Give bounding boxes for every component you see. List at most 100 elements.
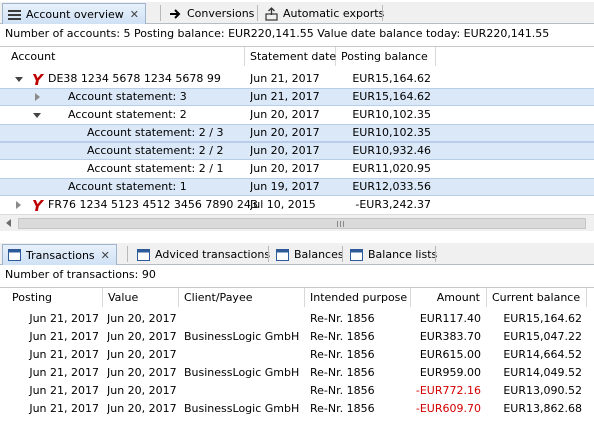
transaction-row[interactable]: Jun 21, 2017 Jun 20, 2017 BusinessLogic … [0,364,594,382]
amount: -EUR609.70 [415,402,481,415]
column-header-value[interactable]: Value [103,288,179,307]
amount: EUR615.00 [419,348,481,361]
client-payee: BusinessLogic GmbH [184,330,300,343]
statement-date: Jul 10, 2015 [250,198,316,211]
tab-balances[interactable]: Balances [270,244,351,265]
posting-date: Jun 21, 2017 [29,402,99,415]
column-header-posting-balance[interactable]: Posting balance [336,47,436,66]
table-icon [349,248,364,262]
tab-transactions[interactable]: Transactions ✕ [2,244,117,265]
scroll-left-arrow-icon[interactable] [6,219,11,227]
intended-purpose: Re-Nr. 1856 [310,330,375,343]
current-balance: EUR15,164.62 [503,312,582,325]
account-row[interactable]: Y DE38 1234 5678 1234 5678 99 Jun 21, 20… [0,70,594,89]
account-name: DE38 1234 5678 1234 5678 99 [48,72,221,85]
close-icon[interactable]: ✕ [130,8,139,21]
tab-label: Balance lists [368,248,438,261]
transaction-row[interactable]: Jun 21, 2017 Jun 20, 2017 BusinessLogic … [0,400,594,418]
posting-balance: EUR15,164.62 [352,90,431,103]
statement-name: Account statement: 2 / 3 [87,126,224,139]
statement-date: Jun 20, 2017 [250,126,320,139]
amount: -EUR772.16 [415,384,481,397]
column-header-client-payee[interactable]: Client/Payee [179,288,305,307]
transaction-row[interactable]: Jun 21, 2017 Jun 20, 2017 Re-Nr. 1856 EU… [0,310,594,328]
expand-toggle-icon[interactable] [33,113,41,118]
column-header-intended-purpose[interactable]: Intended purpose [305,288,411,307]
statement-row[interactable]: Account statement: 2 / 2 Jun 20, 2017 EU… [0,142,594,160]
statement-row[interactable]: Account statement: 2 / 3 Jun 20, 2017 EU… [0,124,594,142]
statement-date: Jun 21, 2017 [250,72,320,85]
statement-row[interactable]: Account statement: 2 Jun 20, 2017 EUR10,… [0,106,594,124]
intended-purpose: Re-Nr. 1856 [310,366,375,379]
account-icon: Y [32,71,43,89]
tab-adviced-transactions[interactable]: Adviced transactions [131,244,277,265]
accounts-tree-table[interactable]: Account Statement date Posting balance Y… [0,46,594,215]
account-icon: Y [32,197,43,215]
tab-label: Automatic exports [283,7,385,20]
transaction-row[interactable]: Jun 21, 2017 Jun 20, 2017 Re-Nr. 1856 -E… [0,382,594,400]
statement-row[interactable]: Account statement: 2 / 1 Jun 20, 2017 EU… [0,160,594,178]
statement-name: Account statement: 1 [68,180,187,193]
transaction-row[interactable]: Jun 21, 2017 Jun 20, 2017 BusinessLogic … [0,328,594,346]
top-tab-bar: Account overview ✕ Conversions Automatic… [0,2,594,24]
value-date: Jun 20, 2017 [107,312,177,325]
collapse-toggle-icon[interactable] [16,201,21,209]
expand-toggle-icon[interactable] [15,77,23,82]
tab-separator [382,5,383,21]
value-date: Jun 20, 2017 [107,384,177,397]
transactions-summary: Number of transactions: 90 [5,268,156,281]
bottom-tab-bar: Transactions ✕ Adviced transactions Bala… [0,243,594,265]
amount: EUR383.70 [419,330,481,343]
transactions-table[interactable]: Posting Value Client/Payee Intended purp… [0,287,594,425]
close-icon[interactable]: ✕ [101,249,110,262]
list-icon [7,7,22,21]
intended-purpose: Re-Nr. 1856 [310,312,375,325]
amount: EUR117.40 [419,312,481,325]
column-header-account[interactable]: Account [0,47,245,66]
client-payee: BusinessLogic GmbH [184,402,300,415]
column-header-posting[interactable]: Posting [0,288,103,307]
current-balance: EUR14,664.52 [503,348,582,361]
tab-automatic-exports[interactable]: Automatic exports [259,3,391,24]
statement-date: Jun 20, 2017 [250,144,320,157]
current-balance: EUR13,862.68 [503,402,582,415]
posting-date: Jun 21, 2017 [29,366,99,379]
tab-account-overview[interactable]: Account overview ✕ [2,3,146,24]
posting-date: Jun 21, 2017 [29,384,99,397]
statement-row[interactable]: Account statement: 1 Jun 19, 2017 EUR12,… [0,178,594,196]
tab-balance-lists[interactable]: Balance lists [344,244,444,265]
posting-balance: EUR15,164.62 [352,72,431,85]
column-header-statement-date[interactable]: Statement date [245,47,336,66]
value-date: Jun 20, 2017 [107,330,177,343]
value-date: Jun 20, 2017 [107,348,177,361]
transaction-row[interactable]: Jun 21, 2017 Jun 20, 2017 Re-Nr. 1856 EU… [0,346,594,364]
tab-label: Adviced transactions [155,248,271,261]
posting-date: Jun 21, 2017 [29,330,99,343]
arrow-right-icon [168,7,183,21]
posting-balance: EUR10,102.35 [352,108,431,121]
tab-conversions[interactable]: Conversions [163,3,261,24]
client-payee: BusinessLogic GmbH [184,366,300,379]
account-row[interactable]: Y FR76 1234 5123 4512 3456 7890 243 Jul … [0,196,594,215]
current-balance: EUR14,049.52 [503,366,582,379]
tab-separator [160,5,161,21]
posting-balance: EUR11,020.95 [352,162,431,175]
value-date: Jun 20, 2017 [107,402,177,415]
posting-balance: EUR10,932.46 [352,144,431,157]
statement-date: Jun 21, 2017 [250,90,320,103]
current-balance: EUR13,090.52 [503,384,582,397]
account-name: FR76 1234 5123 4512 3456 7890 243 [48,198,258,211]
statement-date: Jun 20, 2017 [250,108,320,121]
tab-separator [268,246,269,262]
column-header-amount[interactable]: Amount [411,288,487,307]
horizontal-scrollbar[interactable] [0,214,594,231]
value-date: Jun 20, 2017 [107,366,177,379]
table-icon [7,248,22,262]
tab-label: Account overview [26,7,124,21]
collapse-toggle-icon[interactable] [35,93,40,101]
tab-label: Balances [294,248,344,261]
statement-row[interactable]: Account statement: 3 Jun 21, 2017 EUR15,… [0,88,594,106]
column-header-current-balance[interactable]: Current balance [487,288,587,307]
scrollbar-thumb[interactable] [18,218,586,229]
current-balance: EUR15,047.22 [503,330,582,343]
